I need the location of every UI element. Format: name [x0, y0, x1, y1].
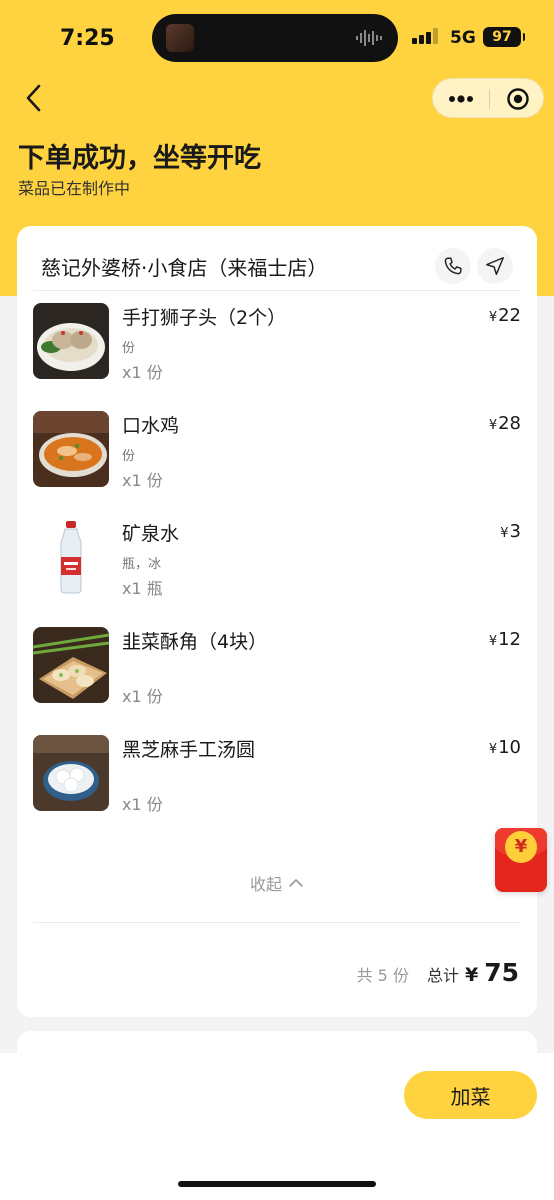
- page-subtitle: 菜品已在制作中: [18, 179, 131, 198]
- phone-icon: [444, 257, 462, 275]
- item-name: 黑芝麻手工汤圆: [122, 739, 256, 761]
- total-amount: 75: [484, 958, 519, 987]
- item-price: ¥10: [489, 737, 521, 758]
- home-indicator: [178, 1181, 376, 1187]
- item-price-value: 28: [498, 413, 521, 434]
- order-item: 口水鸡 份 x1 份 ¥28: [33, 411, 521, 491]
- order-item: 黑芝麻手工汤圆 x1 份 ¥10: [33, 735, 521, 815]
- spicy-chicken-photo: [33, 411, 109, 487]
- order-summary: 共 5 份 总计 ¥ 75: [357, 958, 519, 987]
- item-name: 韭菜酥角（4块）: [122, 631, 268, 653]
- order-card: 慈记外婆桥·小食店（来福士店） 手打狮子头（2个） 份 x1 份 ¥22 口水鸡…: [17, 226, 537, 1017]
- network-type: 5G: [450, 28, 476, 48]
- item-name: 口水鸡: [122, 415, 180, 437]
- item-count: 共 5 份: [356, 966, 409, 985]
- total-label: 总计: [426, 966, 459, 985]
- currency-symbol: ¥: [464, 964, 479, 986]
- chive-pastry-photo: [33, 627, 109, 703]
- item-price-value: 3: [509, 521, 521, 542]
- yuan-coin-icon: ¥: [505, 831, 537, 863]
- currency-symbol: ¥: [500, 526, 509, 541]
- item-price: ¥12: [489, 629, 521, 650]
- collapse-toggle[interactable]: 收起: [17, 871, 537, 895]
- cellular-signal-icon: [412, 28, 440, 44]
- order-item: 矿泉水 瓶，冰 x1 瓶 ¥3: [33, 519, 521, 599]
- currency-symbol: ¥: [488, 418, 498, 433]
- item-price: ¥3: [500, 521, 521, 542]
- bottom-action-bar: 加菜: [0, 1053, 554, 1200]
- item-quantity: x1 瓶: [122, 579, 163, 598]
- item-price-value: 22: [498, 305, 521, 326]
- item-price-value: 10: [498, 737, 521, 758]
- store-name[interactable]: 慈记外婆桥·小食店（来福士店）: [41, 252, 327, 281]
- item-spec: 瓶，冰: [122, 557, 162, 572]
- item-name: 手打狮子头（2个）: [122, 307, 287, 329]
- navigate-to-store-button[interactable]: [477, 248, 513, 284]
- item-quantity: x1 份: [122, 795, 163, 814]
- dynamic-island: [152, 14, 398, 62]
- red-packet-button[interactable]: ¥: [495, 828, 547, 892]
- water-bottle-photo: [33, 519, 109, 595]
- item-price-value: 12: [498, 629, 521, 650]
- item-price: ¥22: [489, 305, 521, 326]
- chevron-left-icon: [26, 84, 41, 112]
- item-name: 矿泉水: [122, 523, 180, 545]
- add-dishes-button[interactable]: 加菜: [404, 1071, 537, 1119]
- item-quantity: x1 份: [122, 687, 163, 706]
- more-dots-icon: [449, 95, 473, 103]
- call-store-button[interactable]: [435, 248, 471, 284]
- order-item: 韭菜酥角（4块） x1 份 ¥12: [33, 627, 521, 707]
- status-bar: 7:25 5G 97: [0, 0, 554, 76]
- now-playing-thumbnail: [166, 24, 194, 52]
- more-button[interactable]: [433, 79, 489, 119]
- item-spec: 份: [122, 341, 136, 356]
- audio-wave-icon: [356, 30, 382, 46]
- item-spec: 份: [122, 449, 136, 464]
- battery-indicator: 97: [483, 27, 525, 47]
- order-item: 手打狮子头（2个） 份 x1 份 ¥22: [33, 303, 521, 383]
- navigation-arrow-icon: [486, 257, 504, 275]
- currency-symbol: ¥: [488, 634, 498, 649]
- item-quantity: x1 份: [122, 471, 163, 490]
- store-divider: [33, 290, 521, 291]
- summary-divider: [33, 922, 521, 923]
- currency-symbol: ¥: [488, 742, 498, 757]
- page-title: 下单成功，坐等开吃: [18, 143, 261, 174]
- currency-symbol: ¥: [488, 310, 498, 325]
- item-price: ¥28: [489, 413, 521, 434]
- mini-program-capsule: [432, 78, 544, 118]
- collapse-label: 收起: [249, 875, 282, 894]
- back-button[interactable]: [16, 80, 52, 116]
- order-success-page: 7:25 5G 97 下单成功，坐等开吃 菜品已在制作中 慈记外婆桥·小食店（来…: [0, 0, 554, 1200]
- sesame-tangyuan-photo: [33, 735, 109, 811]
- target-circle-icon: [506, 88, 529, 110]
- meatball-soup-photo: [33, 303, 109, 379]
- item-quantity: x1 份: [122, 363, 163, 382]
- close-mini-program-button[interactable]: [490, 79, 545, 119]
- chevron-up-icon: [289, 879, 303, 887]
- status-time: 7:25: [60, 26, 115, 51]
